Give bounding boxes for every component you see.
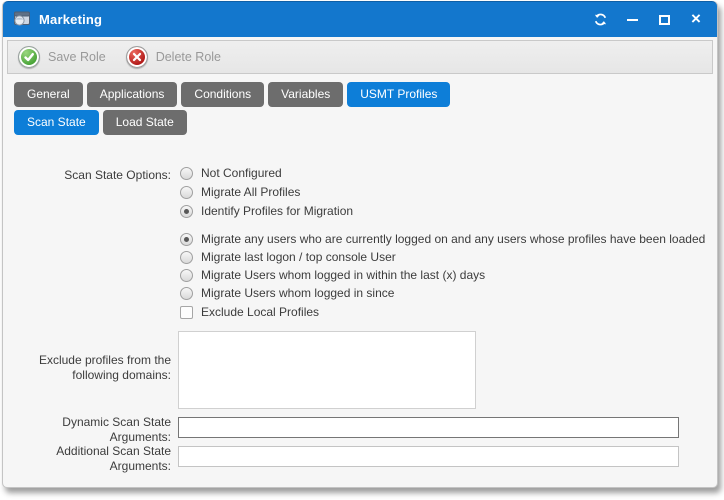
- tab-applications[interactable]: Applications: [87, 82, 178, 107]
- delete-role-label: Delete Role: [156, 50, 221, 64]
- maximize-button[interactable]: [653, 9, 675, 31]
- minimize-icon: [627, 19, 638, 21]
- main-tab-bar: General Applications Conditions Variable…: [14, 82, 717, 107]
- scan-state-form: Scan State Options: Not Configured Migra…: [3, 135, 717, 487]
- dynamic-scan-state-arguments-input[interactable]: [178, 417, 679, 438]
- tab-scan-state[interactable]: Scan State: [14, 110, 99, 135]
- radio-icon: [180, 186, 193, 199]
- marketing-role-window: Marketing ×: [2, 1, 718, 488]
- delete-x-icon: [126, 46, 148, 68]
- close-icon: ×: [691, 10, 701, 27]
- scan-state-options-label: Scan State Options:: [3, 168, 171, 183]
- exclude-domains-textarea[interactable]: [178, 331, 476, 409]
- radio-migrate-last-x-days[interactable]: Migrate Users whom logged in within the …: [180, 268, 485, 282]
- tab-variables[interactable]: Variables: [268, 82, 343, 107]
- radio-icon: [180, 269, 193, 282]
- exclude-domains-label: Exclude profiles from the following doma…: [3, 353, 171, 383]
- save-check-icon: [18, 46, 40, 68]
- radio-identify-profiles[interactable]: Identify Profiles for Migration: [180, 204, 353, 218]
- refresh-button[interactable]: [589, 9, 611, 31]
- minimize-button[interactable]: [621, 9, 643, 31]
- radio-migrate-since[interactable]: Migrate Users whom logged in since: [180, 286, 394, 300]
- radio-icon: [180, 287, 193, 300]
- window-controls: ×: [579, 9, 707, 31]
- save-role-label: Save Role: [48, 50, 106, 64]
- additional-scan-state-arguments-label: Additional Scan State Arguments:: [3, 444, 171, 474]
- tab-usmt-profiles[interactable]: USMT Profiles: [347, 82, 450, 107]
- tab-conditions[interactable]: Conditions: [181, 82, 264, 107]
- radio-icon: [180, 251, 193, 264]
- titlebar[interactable]: Marketing ×: [3, 1, 717, 37]
- sub-tab-bar: Scan State Load State: [14, 110, 717, 135]
- refresh-icon: [593, 12, 608, 27]
- additional-scan-state-arguments-input[interactable]: [178, 446, 679, 467]
- radio-icon: [180, 233, 193, 246]
- radio-migrate-all-profiles[interactable]: Migrate All Profiles: [180, 185, 300, 199]
- radio-migrate-last-logon[interactable]: Migrate last logon / top console User: [180, 250, 396, 264]
- exclude-local-profiles-checkbox[interactable]: Exclude Local Profiles: [180, 305, 319, 319]
- close-button[interactable]: ×: [685, 9, 707, 31]
- checkbox-icon: [180, 306, 193, 319]
- maximize-icon: [659, 15, 670, 25]
- app-window-icon: [12, 11, 31, 28]
- delete-role-button[interactable]: Delete Role: [126, 46, 221, 68]
- toolbar: Save Role Delete Role: [7, 40, 713, 74]
- dynamic-scan-state-arguments-label: Dynamic Scan State Arguments:: [3, 415, 171, 445]
- radio-not-configured[interactable]: Not Configured: [180, 166, 282, 180]
- tab-load-state[interactable]: Load State: [103, 110, 187, 135]
- radio-icon: [180, 205, 193, 218]
- radio-icon: [180, 167, 193, 180]
- radio-migrate-logged-on-users[interactable]: Migrate any users who are currently logg…: [180, 232, 705, 246]
- save-role-button[interactable]: Save Role: [18, 46, 106, 68]
- window-title: Marketing: [39, 12, 102, 27]
- tab-general[interactable]: General: [14, 82, 83, 107]
